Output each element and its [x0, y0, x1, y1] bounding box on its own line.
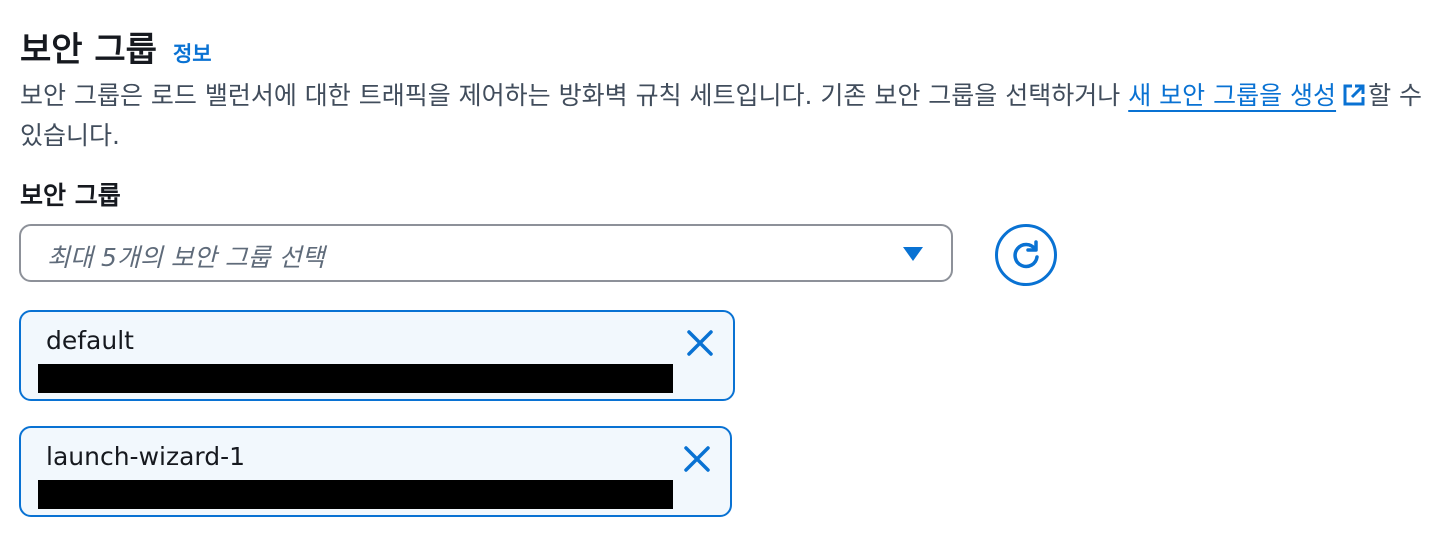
- security-group-select[interactable]: 최대 5개의 보안 그룹 선택: [19, 224, 953, 282]
- section-title: 보안 그룹: [20, 30, 157, 70]
- info-link[interactable]: 정보: [173, 38, 212, 68]
- remove-token-button[interactable]: [680, 442, 714, 476]
- section-description: 보안 그룹은 로드 밸런서에 대한 트래픽을 제어하는 방화벽 규칙 세트입니다…: [20, 76, 1440, 156]
- remove-token-button[interactable]: [683, 326, 717, 360]
- section-header: 보안 그룹 정보: [20, 22, 212, 71]
- create-security-group-link[interactable]: 새 보안 그룹을 생성: [1128, 81, 1368, 110]
- close-icon: [684, 446, 710, 472]
- redacted-group-id: [38, 364, 673, 393]
- security-group-field-label: 보안 그룹: [20, 181, 121, 210]
- caret-down-icon: [903, 247, 923, 261]
- create-security-group-link-label: 새 보안 그룹을 생성: [1128, 81, 1337, 110]
- close-icon: [687, 330, 713, 356]
- external-link-icon: [1343, 84, 1365, 106]
- security-group-token: default: [19, 310, 735, 401]
- security-group-token: launch-wizard-1: [19, 426, 732, 517]
- description-text: 보안 그룹은 로드 밸런서에 대한 트래픽을 제어하는 방화벽 규칙 세트입니다…: [20, 81, 1129, 110]
- refresh-icon: [1013, 240, 1039, 269]
- refresh-button[interactable]: [995, 224, 1057, 286]
- redacted-group-id: [38, 480, 673, 509]
- token-label: launch-wizard-1: [46, 442, 246, 471]
- token-label: default: [46, 326, 134, 355]
- select-placeholder: 최대 5개의 보안 그룹 선택: [47, 243, 325, 272]
